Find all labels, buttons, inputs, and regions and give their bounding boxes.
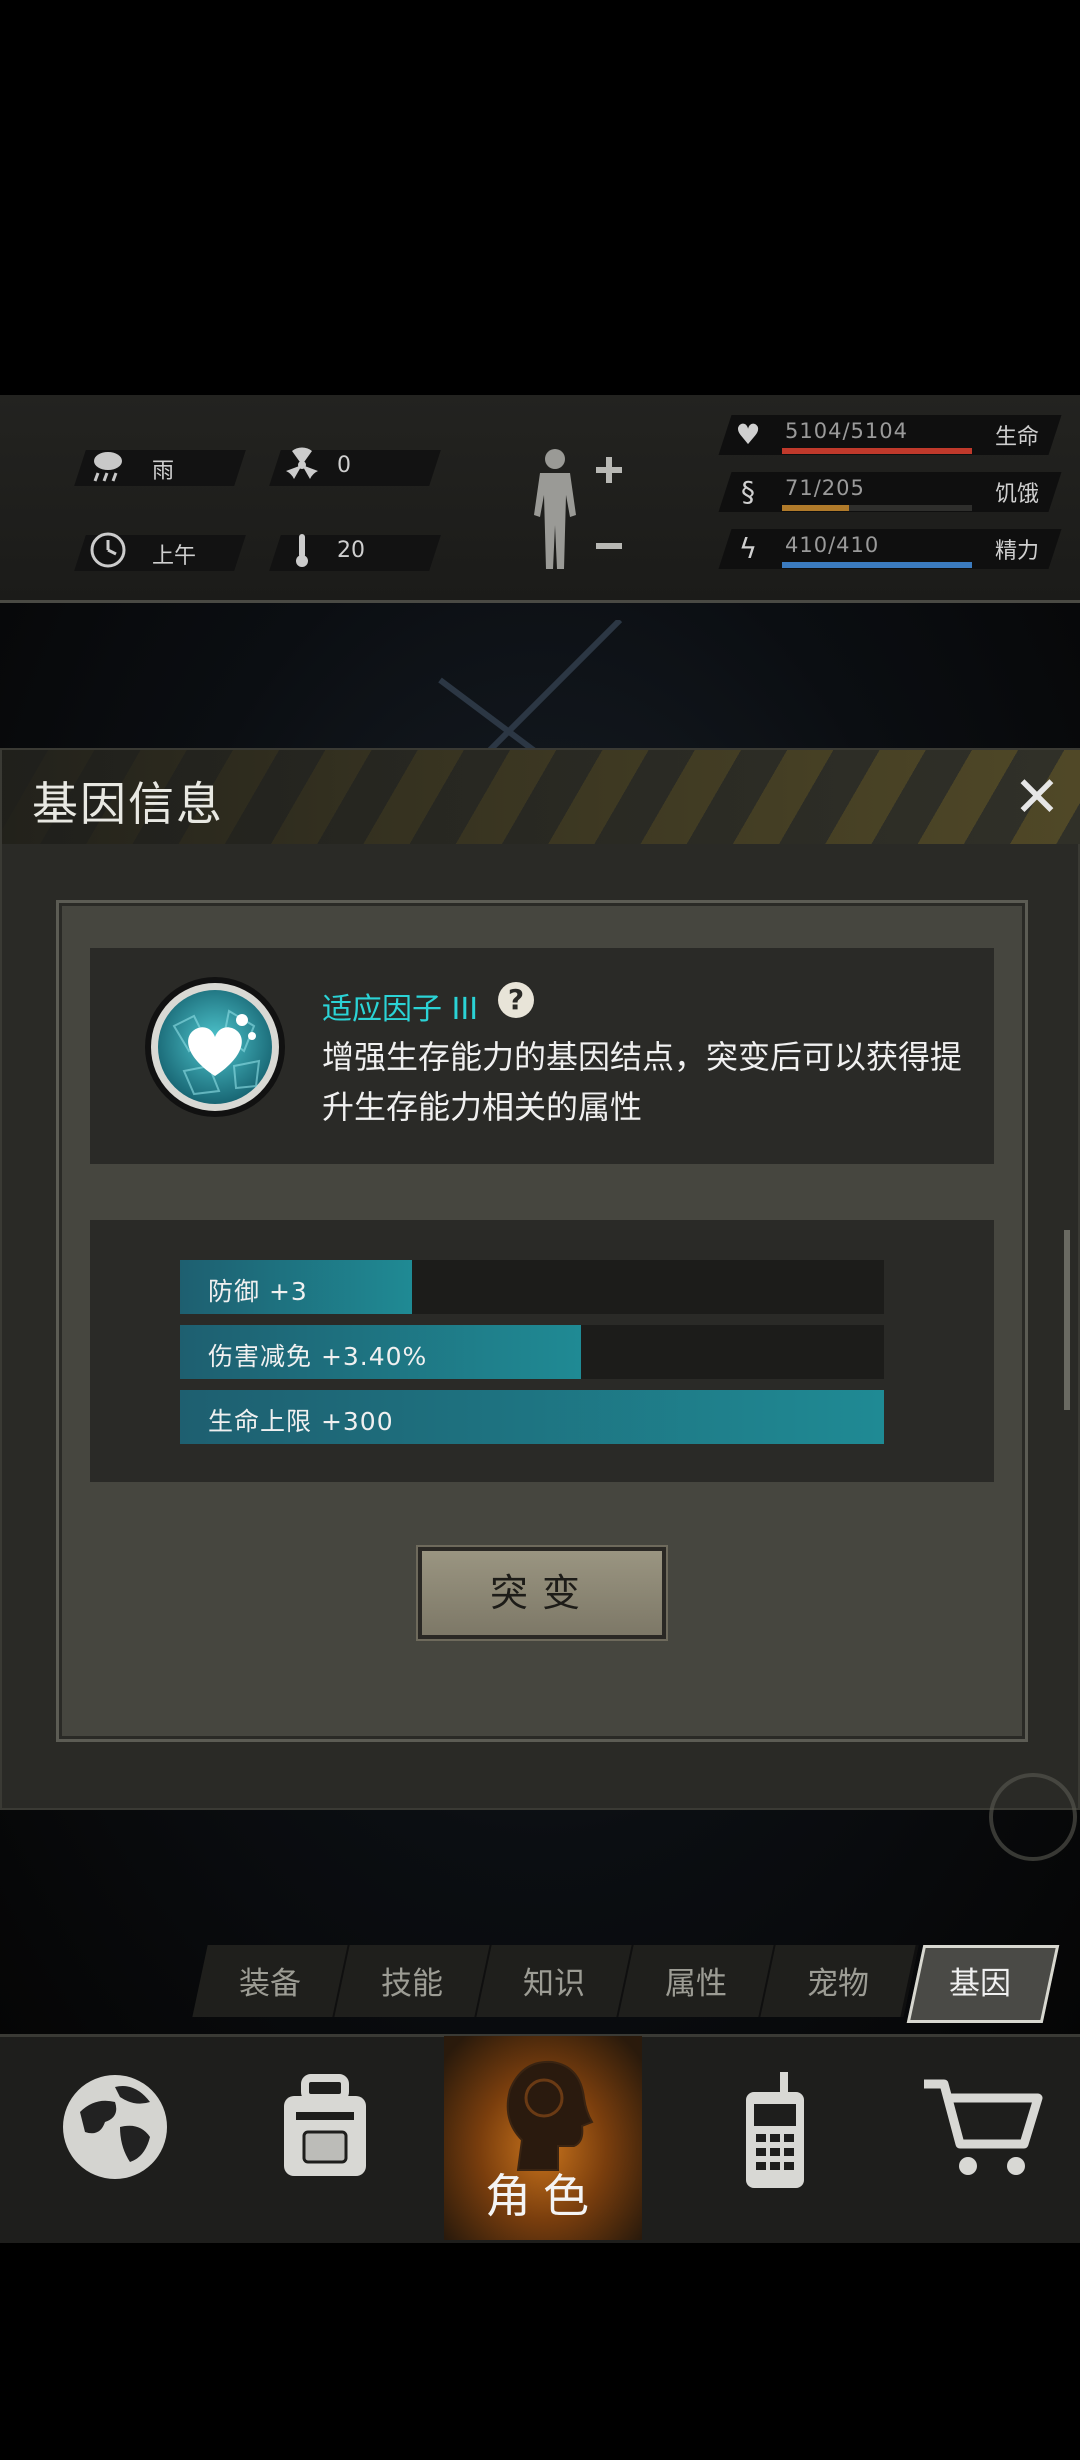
hunger-bar: § 71/205 饥饿: [718, 472, 1062, 516]
gene-heart-icon: [144, 976, 286, 1118]
mutate-button[interactable]: 突变: [418, 1547, 666, 1639]
gene-info-box: 适应因子 III ? 增强生存能力的基因结点，突变后可以获得提升生存能力相关的属…: [90, 948, 994, 1164]
gene-description: 增强生存能力的基因结点，突变后可以获得提升生存能力相关的属性: [322, 1038, 963, 1126]
body-status-button[interactable]: [520, 445, 630, 575]
gene-stats-box: 防御 +3 伤害减免 +3.40% 生命上限 +300: [90, 1220, 994, 1482]
close-icon: ✕: [1013, 765, 1061, 830]
rain-cloud-icon: [88, 445, 128, 485]
energy-bar: ϟ 410/410 精力: [718, 529, 1062, 573]
radiation-icon: [282, 445, 322, 485]
energy-icon: ϟ: [738, 532, 758, 565]
stomach-icon: §: [741, 475, 755, 508]
walkie-talkie-icon: [720, 2072, 830, 2188]
mutate-button-label: 突变: [489, 1571, 594, 1615]
nav-world[interactable]: [20, 2044, 200, 2234]
dialog-title: 基因信息: [32, 777, 224, 831]
stat-row: 伤害减免 +3.40%: [180, 1325, 884, 1379]
thermometer-icon: [282, 530, 322, 570]
weather-label: 雨: [152, 459, 175, 484]
clock-icon: [88, 530, 128, 570]
time-label: 上午: [152, 544, 197, 569]
nav-role-label[interactable]: 角色: [444, 2160, 642, 2226]
stat-label: 伤害减免 +3.40%: [208, 1342, 428, 1371]
stat-label: 防御 +3: [208, 1277, 308, 1306]
status-panel: 雨 0 上午 20 ♥ 5104/5104 生命 § 71/205 饥饿 ϟ 4…: [0, 395, 1080, 603]
energy-value: 410/410: [785, 533, 880, 557]
tab-knowledge-label[interactable]: 知识: [484, 1958, 624, 2003]
tab-skills-label[interactable]: 技能: [342, 1958, 482, 2003]
hunger-value: 71/205: [785, 476, 865, 500]
gene-name: 适应因子 III: [322, 992, 479, 1027]
backpack-icon: [270, 2072, 380, 2182]
energy-bar-fill: [782, 562, 972, 568]
globe-icon: [60, 2072, 170, 2182]
tab-genes-label[interactable]: 基因: [910, 1958, 1050, 2003]
radiation-value: 0: [337, 453, 351, 478]
stat-row: 防御 +3: [180, 1260, 884, 1314]
radiation-watermark-icon: [989, 1773, 1077, 1861]
hunger-label: 饥饿: [995, 482, 1040, 507]
nav-backpack[interactable]: [230, 2044, 410, 2234]
tab-equipment-label[interactable]: 装备: [200, 1958, 340, 2003]
cart-icon: [920, 2072, 1043, 2182]
scrollbar[interactable]: [1064, 1230, 1070, 1410]
health-value: 5104/5104: [785, 419, 908, 443]
nav-radio[interactable]: [680, 2044, 860, 2234]
heart-icon: ♥: [735, 418, 761, 451]
energy-label: 精力: [995, 539, 1040, 564]
gene-info-dialog: 基因信息 ✕ 适应因子 III ? 增强生存能力的基因结点，突变后可以获得提升生…: [0, 748, 1080, 1861]
tab-pets-label[interactable]: 宠物: [768, 1958, 908, 2003]
body-figure-icon: [534, 449, 622, 569]
health-bar: ♥ 5104/5104 生命: [718, 415, 1062, 459]
health-bar-fill: [782, 448, 972, 454]
tab-attributes-label[interactable]: 属性: [626, 1958, 766, 2003]
stat-row: 生命上限 +300: [180, 1390, 884, 1444]
help-icon[interactable]: ?: [498, 982, 534, 1018]
hunger-bar-fill: [782, 505, 849, 511]
close-button[interactable]: ✕: [1007, 770, 1067, 830]
nav-shop[interactable]: [880, 2044, 1060, 2234]
health-label: 生命: [995, 425, 1040, 450]
stat-label: 生命上限 +300: [208, 1407, 394, 1436]
temperature-value: 20: [337, 538, 365, 563]
